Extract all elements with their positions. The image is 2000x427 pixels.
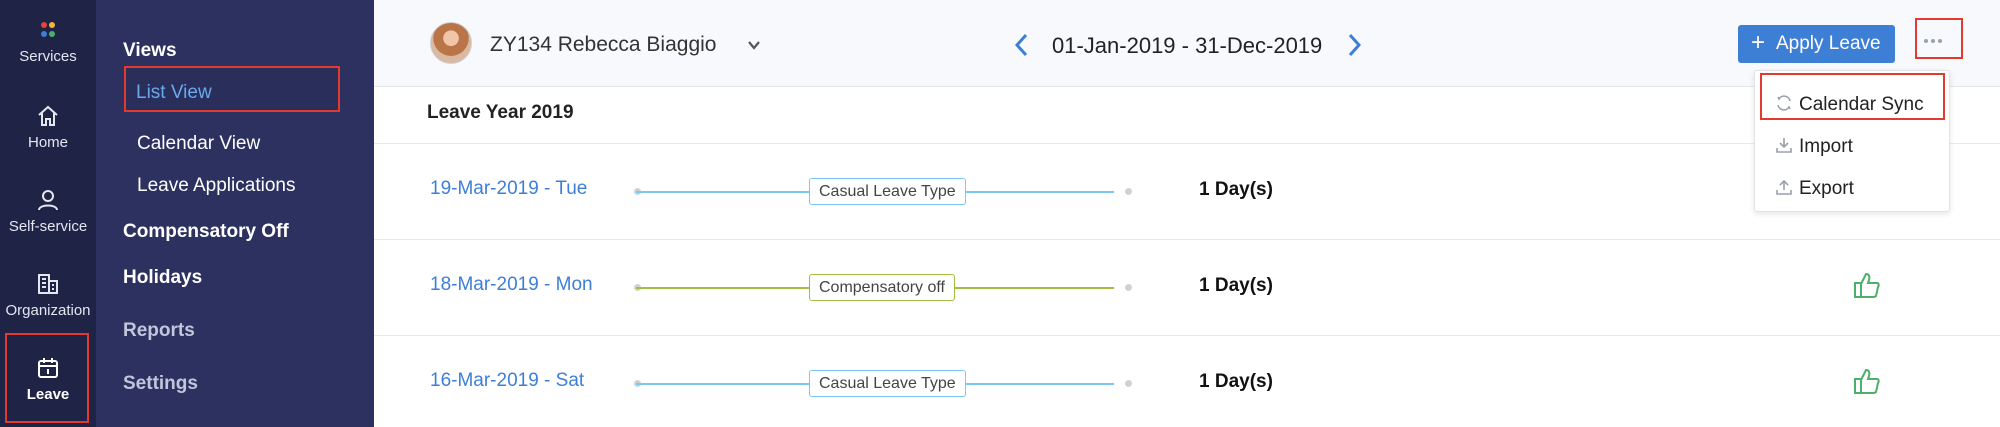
menu-compensatory-off[interactable]: Compensatory Off <box>123 221 289 243</box>
menu-leave-applications[interactable]: Leave Applications <box>137 175 295 197</box>
chevron-left-icon[interactable] <box>1014 33 1030 57</box>
import-icon <box>1776 138 1792 153</box>
home-icon <box>38 105 58 126</box>
leave-menu: Views Compensatory Off Holidays Reports … <box>96 0 374 427</box>
building-icon <box>38 274 58 294</box>
leave-days: 1 Day(s) <box>1199 275 1273 296</box>
date-range: 01-Jan-2019 - 31-Dec-2019 <box>1052 33 1323 58</box>
dropdown-label: Calendar Sync <box>1799 94 1924 115</box>
export-icon <box>1776 179 1792 195</box>
thumbs-up-icon <box>1854 272 1880 298</box>
menu-settings[interactable]: Settings <box>123 373 198 395</box>
avatar[interactable] <box>430 22 472 64</box>
menu-calendar-view[interactable]: Calendar View <box>137 133 260 155</box>
more-dots-icon[interactable] <box>1916 26 1950 58</box>
rail-item-self-service[interactable]: Self-service <box>0 188 96 235</box>
more-options-dropdown: Calendar Sync Import Export <box>1754 70 1950 212</box>
thumbs-up-icon <box>1854 368 1880 394</box>
leave-days: 1 Day(s) <box>1199 179 1273 200</box>
menu-views-heading: Views <box>123 40 177 61</box>
menu-holidays[interactable]: Holidays <box>123 267 202 289</box>
chevron-down-icon[interactable] <box>746 37 762 53</box>
apply-leave-label: Apply Leave <box>1776 33 1881 54</box>
leave-type-badge: Casual Leave Type <box>809 178 966 205</box>
leave-days: 1 Day(s) <box>1199 371 1273 392</box>
apply-leave-button[interactable]: + Apply Leave <box>1738 25 1895 63</box>
leave-date[interactable]: 18-Mar-2019 - Mon <box>430 274 593 296</box>
chevron-right-icon[interactable] <box>1346 33 1362 57</box>
dropdown-item-import[interactable]: Import <box>1755 132 1949 162</box>
leave-date[interactable]: 16-Mar-2019 - Sat <box>430 370 584 392</box>
leave-year-label: Leave Year 2019 <box>427 102 574 123</box>
calendar-icon <box>38 358 58 378</box>
rail-label: Self-service <box>8 218 88 235</box>
rail-label: Leave <box>26 386 70 403</box>
services-icon <box>41 22 55 37</box>
rail-label: Organization <box>5 302 91 319</box>
leave-date[interactable]: 19-Mar-2019 - Tue <box>430 178 587 200</box>
menu-reports[interactable]: Reports <box>123 320 195 342</box>
dropdown-item-export[interactable]: Export <box>1755 174 1949 204</box>
leave-row[interactable]: 18-Mar-2019 - Mon Compensatory off 1 Day… <box>374 240 2000 336</box>
rail-item-services[interactable]: Services <box>0 20 96 65</box>
menu-list-view[interactable]: List View <box>136 82 212 104</box>
rail-label: Services <box>19 48 77 65</box>
app-rail: Services Home Self-service Organization … <box>0 0 96 427</box>
rail-label: Home <box>27 134 68 151</box>
leave-type-badge: Compensatory off <box>809 274 955 301</box>
leave-row[interactable]: 16-Mar-2019 - Sat Casual Leave Type 1 Da… <box>374 336 2000 427</box>
leave-type-badge: Casual Leave Type <box>809 370 966 397</box>
rail-item-home[interactable]: Home <box>0 104 96 151</box>
rail-item-organization[interactable]: Organization <box>0 272 96 319</box>
plus-icon: + <box>1751 29 1766 56</box>
track-end-dot <box>1125 188 1132 195</box>
dropdown-item-calendar-sync[interactable]: Calendar Sync <box>1755 90 1949 120</box>
track-end-dot <box>1125 380 1132 387</box>
person-icon <box>38 190 58 211</box>
rail-item-leave[interactable]: Leave <box>0 356 96 403</box>
sync-icon <box>1777 95 1791 111</box>
dropdown-label: Export <box>1799 178 1854 199</box>
employee-name[interactable]: ZY134 Rebecca Biaggio <box>490 33 716 57</box>
track-end-dot <box>1125 284 1132 291</box>
dropdown-label: Import <box>1799 136 1853 157</box>
menu-list-view-selected[interactable]: List View <box>124 66 340 112</box>
